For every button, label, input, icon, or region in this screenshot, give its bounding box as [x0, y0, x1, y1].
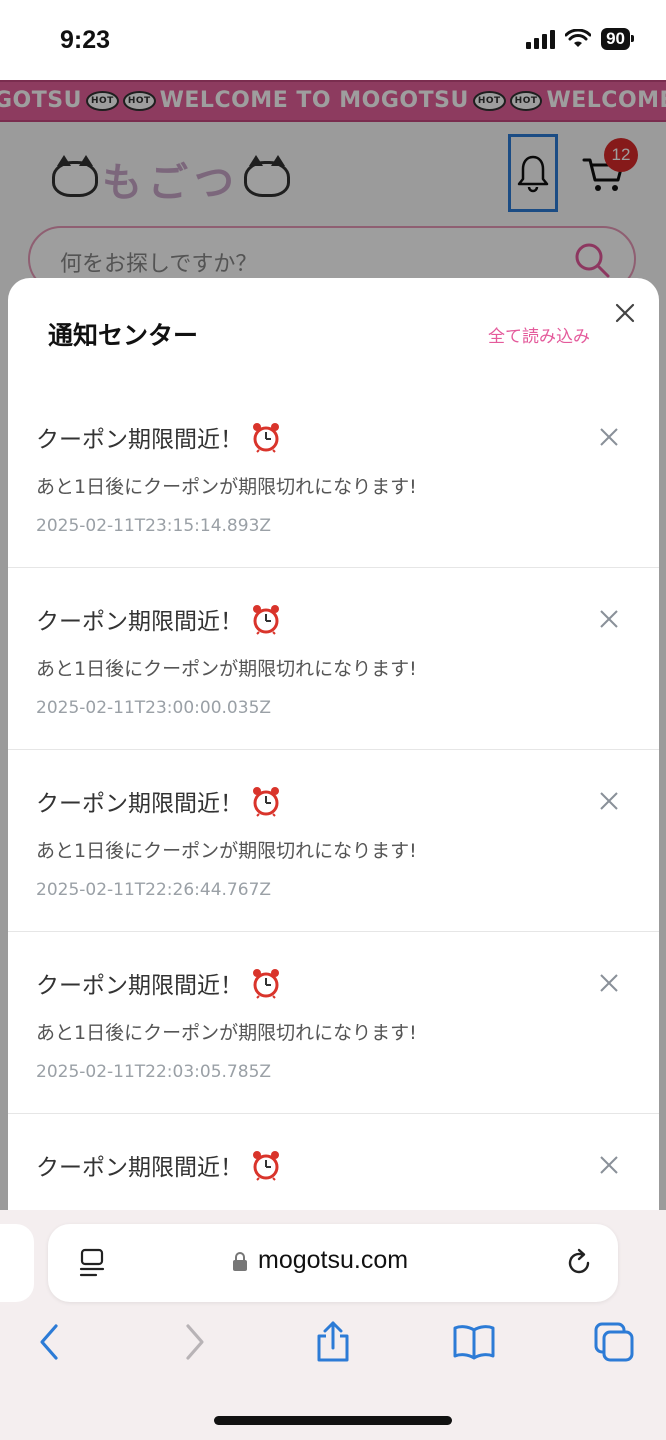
notification-title-row: クーポン期限間近！	[36, 966, 281, 1000]
notification-title: クーポン期限間近！	[36, 973, 243, 999]
url-text: mogotsu.com	[258, 1246, 409, 1274]
notification-timestamp: 2025-02-11T22:26:44.767Z	[36, 880, 272, 900]
notification-title: クーポン期限間近！	[36, 791, 243, 817]
dismiss-icon[interactable]	[598, 426, 620, 448]
notification-body: あと1日後にクーポンが期限切れになります!	[36, 1022, 417, 1044]
alarm-clock-icon	[253, 787, 279, 817]
reload-icon[interactable]	[564, 1248, 594, 1278]
panel-title: 通知センター	[48, 321, 199, 350]
lock-icon	[233, 1252, 247, 1271]
cellular-signal-icon	[526, 29, 556, 49]
browser-toolbar	[0, 1320, 666, 1370]
notification-item[interactable]: クーポン期限間近！ あと1日後にクーポンが期限切れになります! 2025-02-…	[8, 932, 659, 1114]
dismiss-icon[interactable]	[598, 972, 620, 994]
notification-body: あと1日後にクーポンが期限切れになります!	[36, 476, 417, 498]
dismiss-icon[interactable]	[598, 790, 620, 812]
notification-item[interactable]: クーポン期限間近！ あと1日後にクーポンが期限切れになります! 2025-02-…	[8, 386, 659, 568]
home-indicator	[214, 1416, 452, 1425]
notification-title-row: クーポン期限間近！	[36, 1148, 281, 1182]
notification-center-panel: 通知センター 全て読み込み クーポン期限間近！ あと1日後にクーポンが期限切れに…	[8, 278, 659, 1210]
forward-icon[interactable]	[172, 1320, 216, 1364]
notification-body: あと1日後にクーポンが期限切れになります!	[36, 840, 417, 862]
notification-title-row: クーポン期限間近！	[36, 784, 281, 818]
tabs-icon[interactable]	[592, 1320, 636, 1364]
battery-level: 90	[601, 28, 634, 50]
address-bar[interactable]: mogotsu.com	[48, 1224, 618, 1302]
dismiss-icon[interactable]	[598, 608, 620, 630]
notification-title: クーポン期限間近！	[36, 1155, 243, 1181]
notification-title: クーポン期限間近！	[36, 427, 243, 453]
alarm-clock-icon	[253, 605, 279, 635]
notification-title: クーポン期限間近！	[36, 609, 243, 635]
notification-list: クーポン期限間近！ あと1日後にクーポンが期限切れになります! 2025-02-…	[8, 386, 659, 1210]
dismiss-icon[interactable]	[598, 1154, 620, 1176]
alarm-clock-icon	[253, 969, 279, 999]
browser-chrome: mogotsu.com	[0, 1210, 666, 1440]
status-bar: 9:23 90	[0, 0, 666, 80]
share-icon[interactable]	[311, 1320, 355, 1364]
notification-timestamp: 2025-02-11T23:15:14.893Z	[36, 516, 272, 536]
notification-item[interactable]: クーポン期限間近！ あと1日後にクーポンが期限切れになります! 2025-02-…	[8, 750, 659, 932]
page-menu-icon[interactable]	[78, 1248, 106, 1278]
bookmarks-icon[interactable]	[452, 1320, 496, 1364]
close-icon[interactable]	[612, 300, 638, 326]
alarm-clock-icon	[253, 1151, 279, 1181]
status-icons: 90	[526, 28, 634, 50]
wifi-icon	[565, 29, 592, 47]
notification-timestamp: 2025-02-11T23:00:00.035Z	[36, 698, 272, 718]
notification-title-row: クーポン期限間近！	[36, 420, 281, 454]
read-all-button[interactable]: 全て読み込み	[488, 322, 590, 347]
previous-tab-preview[interactable]	[0, 1224, 34, 1302]
alarm-clock-icon	[253, 423, 279, 453]
status-time: 9:23	[60, 26, 111, 54]
notification-item[interactable]: クーポン期限間近！ あと1日後にクーポンが期限切れになります! 2025-02-…	[8, 568, 659, 750]
back-icon[interactable]	[28, 1320, 72, 1364]
notification-body: あと1日後にクーポンが期限切れになります!	[36, 658, 417, 680]
notification-timestamp: 2025-02-11T22:03:05.785Z	[36, 1062, 272, 1082]
notification-title-row: クーポン期限間近！	[36, 602, 281, 636]
notification-item[interactable]: クーポン期限間近！	[8, 1114, 659, 1210]
